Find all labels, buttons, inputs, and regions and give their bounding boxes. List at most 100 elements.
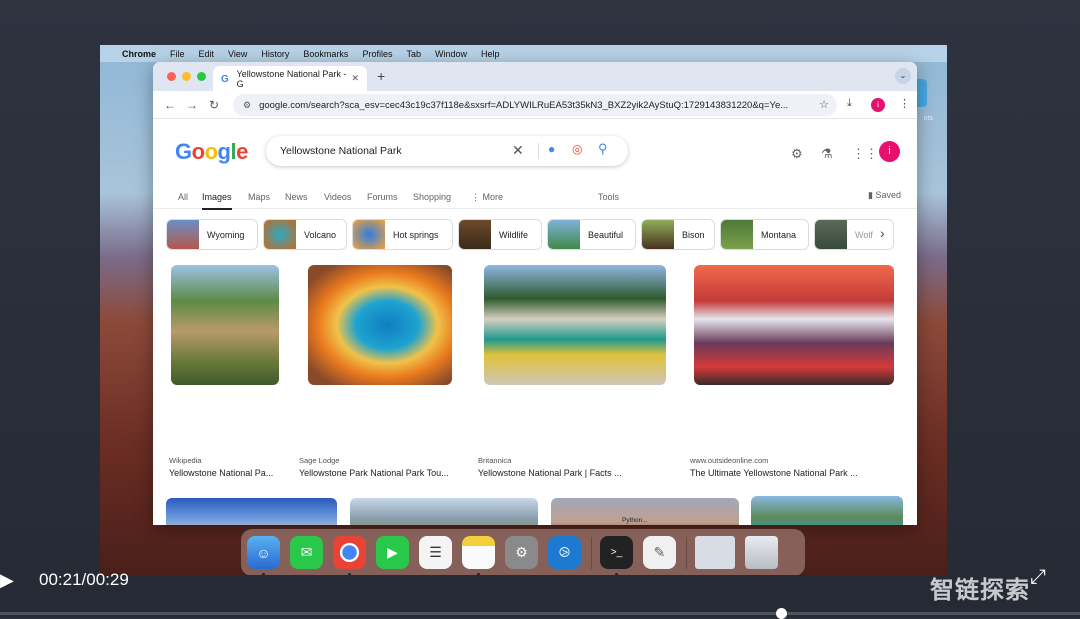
menu-help[interactable]: Help — [481, 49, 500, 59]
chip-wildlife[interactable]: Wildlife — [458, 219, 542, 250]
tab-all[interactable]: All — [178, 192, 188, 202]
chip-montana[interactable]: Montana — [720, 219, 809, 250]
result-title[interactable]: Yellowstone National Pa... — [169, 468, 273, 478]
tab-forums[interactable]: Forums — [367, 192, 398, 202]
notes-icon[interactable] — [462, 536, 495, 575]
result-source: Britannica — [478, 456, 512, 465]
image-result-morning-glory[interactable] — [484, 265, 666, 385]
tab-more[interactable]: ⋮ More — [471, 192, 503, 203]
menu-tab[interactable]: Tab — [406, 49, 421, 59]
chip-label: Wolf — [855, 229, 873, 240]
messages-icon[interactable]: ✉ — [290, 536, 323, 569]
labs-flask-icon[interactable]: ⚗ — [821, 146, 833, 162]
chip-thumbnail — [264, 220, 296, 249]
system-settings-icon[interactable]: ⚙ — [505, 536, 538, 569]
image-result-geyser-sunset[interactable] — [694, 265, 894, 385]
settings-gear-icon[interactable]: ⚙ — [791, 146, 803, 162]
chip-volcano[interactable]: Volcano — [263, 219, 347, 250]
chip-wyoming[interactable]: Wyoming — [166, 219, 258, 250]
new-tab-button[interactable]: + — [377, 68, 385, 84]
related-chips: Wyoming Volcano Hot springs Wildlife Bea… — [166, 219, 906, 251]
chip-label: Wildlife — [499, 229, 529, 240]
tab-videos[interactable]: Videos — [324, 192, 351, 202]
google-lens-icon[interactable]: ◎ — [572, 142, 582, 156]
result-title[interactable]: Yellowstone National Park | Facts ... — [478, 468, 622, 478]
finder-icon[interactable]: ☺ — [247, 536, 280, 575]
fullscreen-icon[interactable]: ⤢ — [1030, 566, 1046, 589]
chip-label: Wyoming — [207, 229, 245, 240]
close-window-button[interactable] — [167, 72, 176, 81]
account-avatar[interactable]: i — [879, 141, 900, 162]
scrubber-handle[interactable] — [776, 608, 787, 619]
google-logo[interactable]: Google — [175, 139, 248, 165]
python-window-thumbnail[interactable] — [695, 536, 735, 569]
minimize-window-button[interactable] — [182, 72, 191, 81]
download-icon[interactable]: ⤓ — [847, 97, 852, 110]
trash-icon[interactable] — [745, 536, 778, 569]
tab-shopping[interactable]: Shopping — [413, 192, 451, 202]
terminal-icon[interactable]: >_ — [600, 536, 633, 575]
back-arrow-icon[interactable]: ← — [159, 98, 181, 112]
image-result-hikers[interactable] — [751, 496, 903, 525]
chip-label: Beautiful — [588, 229, 624, 240]
site-info-icon[interactable]: ⚙ — [243, 100, 251, 111]
chrome-menu-icon[interactable]: ⋮ — [899, 97, 910, 110]
image-result-waterfall[interactable] — [171, 265, 279, 385]
browser-tab[interactable]: G Yellowstone National Park - G ✕ — [213, 66, 367, 91]
search-input[interactable]: Yellowstone National Park — [280, 145, 402, 157]
image-result-geyser-night[interactable] — [166, 498, 337, 525]
saved-link[interactable]: ▮ Saved — [868, 190, 901, 201]
tab-news[interactable]: News — [285, 192, 308, 202]
menu-profiles[interactable]: Profiles — [362, 49, 392, 59]
chip-label: Volcano — [304, 229, 337, 240]
chrome-icon[interactable] — [333, 536, 366, 575]
search-icon[interactable]: ⚲ — [598, 141, 608, 157]
facetime-icon[interactable]: ▶ — [376, 536, 409, 569]
video-frame: Chrome File Edit View History Bookmarks … — [0, 0, 1080, 619]
video-scrubber[interactable] — [0, 608, 1080, 619]
result-source: www.outsideonline.com — [690, 456, 769, 465]
apps-grid-icon[interactable]: ⋮⋮ — [852, 146, 878, 162]
bookmark-star-icon[interactable]: ☆ — [819, 98, 829, 111]
menu-view[interactable]: View — [228, 49, 247, 59]
result-source: Sage Lodge — [299, 456, 340, 465]
tab-maps[interactable]: Maps — [248, 192, 270, 202]
search-box[interactable]: Yellowstone National Park ✕ ● ◎ ⚲ — [266, 136, 628, 166]
vscode-icon[interactable]: ⧁ — [548, 536, 581, 569]
image-result-grand-prismatic[interactable] — [308, 265, 452, 385]
reminders-icon[interactable]: ☰ — [419, 536, 452, 569]
chip-thumbnail — [642, 220, 674, 249]
close-tab-icon[interactable]: ✕ — [351, 73, 359, 84]
play-icon[interactable]: ▶ — [0, 570, 14, 591]
microphone-icon[interactable]: ● — [548, 142, 555, 156]
maximize-window-button[interactable] — [197, 72, 206, 81]
tab-search-chevron-icon[interactable]: ⌄ — [895, 68, 911, 84]
profile-avatar[interactable]: i — [871, 98, 885, 112]
forward-arrow-icon[interactable]: → — [181, 98, 203, 112]
running-indicator — [262, 573, 265, 575]
tab-tools[interactable]: Tools — [598, 192, 619, 202]
menu-window[interactable]: Window — [435, 49, 467, 59]
saved-label: Saved — [875, 190, 901, 200]
textedit-icon[interactable]: ✎ — [643, 536, 676, 569]
chip-hot-springs[interactable]: Hot springs — [352, 219, 453, 250]
running-indicator — [615, 573, 618, 575]
menu-history[interactable]: History — [261, 49, 289, 59]
menu-file[interactable]: File — [170, 49, 185, 59]
chip-beautiful[interactable]: Beautiful — [547, 219, 636, 250]
address-bar[interactable]: ⚙ google.com/search?sca_esv=cec43c19c37f… — [233, 94, 837, 116]
result-title[interactable]: The Ultimate Yellowstone National Park .… — [690, 468, 858, 478]
menubar-app-name[interactable]: Chrome — [122, 49, 156, 59]
running-indicator — [348, 573, 351, 575]
result-title[interactable]: Yellowstone Park National Park Tou... — [299, 468, 449, 478]
search-tabs: All Images Maps News Videos Forums Shopp… — [153, 185, 917, 210]
tab-images[interactable]: Images — [202, 192, 232, 210]
chip-bison[interactable]: Bison — [641, 219, 715, 250]
clear-search-icon[interactable]: ✕ — [512, 142, 524, 159]
menu-edit[interactable]: Edit — [199, 49, 215, 59]
chevron-right-icon[interactable]: › — [880, 225, 885, 241]
image-result-bison[interactable] — [350, 498, 538, 525]
reload-icon[interactable]: ↻ — [203, 98, 225, 112]
menu-bookmarks[interactable]: Bookmarks — [303, 49, 348, 59]
chip-thumbnail — [353, 220, 385, 249]
